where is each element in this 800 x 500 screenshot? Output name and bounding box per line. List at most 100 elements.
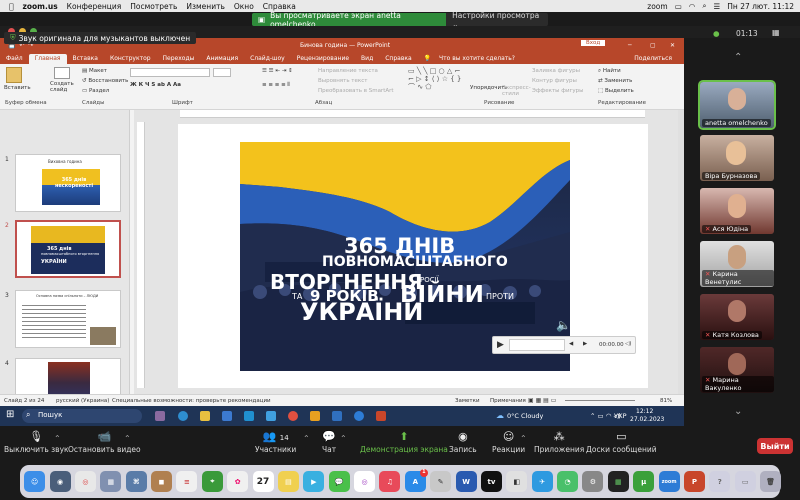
participant-tile[interactable]: ✕ Катя Козлова (700, 294, 774, 340)
zoom-icon[interactable] (354, 411, 364, 421)
menu-app-name[interactable]: zoom.us (23, 2, 58, 11)
zoom-menubar-icon[interactable]: zoom (647, 2, 667, 11)
accessibility-status[interactable]: Специальные возможности: проверьте реком… (112, 398, 271, 404)
app-icon[interactable]: ◔ (557, 471, 579, 492)
paste-icon[interactable] (6, 67, 22, 83)
align-text-button[interactable]: Выровнять текст (318, 78, 367, 84)
align-icons[interactable]: ≡ ≡ ≡ ≡ ⫴ (262, 82, 290, 89)
reminders-icon[interactable]: ≡ (176, 471, 198, 492)
paste-button[interactable]: Вставить (4, 85, 31, 91)
find-button[interactable]: ⌕ Найти (598, 68, 621, 75)
arrange-button[interactable]: Упорядочить (470, 85, 508, 91)
zoom-icon[interactable]: zoom (658, 471, 680, 492)
participant-tile[interactable]: anetta omelchenko (698, 80, 776, 130)
podcasts-icon[interactable]: ◎ (354, 471, 376, 492)
forward-icon[interactable]: ▶ (583, 341, 587, 347)
app-icon[interactable]: ◧ (506, 471, 528, 492)
tab-review[interactable]: Рецензирование (291, 54, 355, 64)
rewind-icon[interactable]: ◀ (569, 341, 573, 347)
telegram-icon[interactable]: ✈ (531, 471, 553, 492)
comments-button[interactable]: Примечания (490, 398, 526, 404)
word-icon[interactable] (332, 411, 342, 421)
messages-icon[interactable]: 💬 (328, 471, 350, 492)
calendar-icon[interactable]: 27 (252, 471, 274, 492)
app-icon[interactable]: ⌘ (125, 471, 147, 492)
powerpoint-icon[interactable]: P (683, 471, 705, 492)
app-icon[interactable] (155, 411, 165, 421)
tab-transitions[interactable]: Переходы (157, 54, 201, 64)
clock[interactable]: Пн 27 лют. 11:12 (727, 2, 794, 11)
search-icon[interactable]: ⌕ (702, 1, 706, 11)
minimize-icon[interactable]: ─ (628, 42, 632, 49)
select-button[interactable]: ⬚ Выделить (598, 88, 634, 94)
font-size-box[interactable] (213, 68, 231, 77)
weather-text[interactable]: 0°C Cloudy (507, 412, 543, 420)
notes-button[interactable]: Заметки (455, 398, 480, 404)
replace-button[interactable]: ⇄ Заменить (598, 78, 632, 84)
zoom-slider[interactable] (565, 400, 635, 401)
store-icon[interactable] (222, 411, 232, 421)
input-language[interactable]: УКР (614, 412, 627, 420)
folder-icon[interactable]: ▭ (734, 471, 756, 492)
share-screen-button[interactable]: ⬆ Демонстрация экрана (360, 430, 448, 454)
language-indicator[interactable]: русский (Украина) (56, 398, 109, 404)
slide-thumbnail-2[interactable]: 365 днів повномасштабного вторгнення УКР… (15, 220, 121, 278)
participant-tile[interactable]: ✕ Марина Вакуленко (700, 347, 774, 393)
utorrent-icon[interactable]: µ (633, 471, 655, 492)
font-style-icons[interactable]: Ж К Ч S ab A Aa (130, 82, 181, 88)
reset-button[interactable]: ↺ Восстановить (82, 78, 128, 84)
smartart-button[interactable]: Преобразовать в SmartArt (318, 88, 394, 94)
menu-conference[interactable]: Конференция (67, 2, 122, 11)
record-button[interactable]: ◉ Запись (449, 430, 477, 454)
apps-button[interactable]: ⁂ Приложения (534, 430, 584, 454)
chrome-icon[interactable] (288, 411, 298, 421)
tell-me-box[interactable]: 💡 Что вы хотите сделать? (418, 54, 527, 64)
view-buttons[interactable]: ▣ ▦ ▤ ▭ (528, 397, 556, 404)
leave-button[interactable]: Выйти (757, 438, 793, 454)
windows-start-icon[interactable]: ⊞ (6, 409, 14, 420)
word-icon[interactable]: W (455, 471, 477, 492)
text-direction-button[interactable]: Направление текста (318, 68, 378, 74)
menu-edit[interactable]: Изменить (186, 2, 224, 11)
trash-icon[interactable]: 🗑 (760, 471, 782, 492)
control-center-icon[interactable]: ☰ (714, 2, 721, 11)
help-icon[interactable]: ? (709, 471, 731, 492)
chevron-up-icon[interactable]: ⌃ (303, 434, 310, 443)
tab-insert[interactable]: Вставка (67, 54, 104, 64)
app-icon[interactable]: ▦ (607, 471, 629, 492)
siri-icon[interactable]: ◉ (49, 471, 71, 492)
facetime-icon[interactable]: ▶ (303, 471, 325, 492)
menu-help[interactable]: Справка (263, 2, 296, 11)
play-icon[interactable]: ▶ (497, 340, 504, 350)
app-icon[interactable]: ◼ (151, 471, 173, 492)
chevron-up-icon[interactable]: ⌃ (124, 434, 131, 443)
app-icon[interactable] (310, 411, 320, 421)
music-icon[interactable]: ♫ (379, 471, 401, 492)
participant-tile[interactable]: ✕ Ася Юдіна (700, 188, 774, 234)
launchpad-icon[interactable]: ▦ (100, 471, 122, 492)
slide-thumbnail-3[interactable]: Основна назва спільноти – ЛЮДИ (15, 290, 121, 348)
wifi-icon[interactable]: ◠ (689, 2, 696, 11)
sign-in-button[interactable]: Вход (581, 40, 606, 46)
maps-icon[interactable]: ⌖ (201, 471, 223, 492)
taskbar-date[interactable]: 27.02.2023 (630, 416, 664, 423)
chevron-up-icon[interactable]: ⌃ (340, 434, 347, 443)
tab-design[interactable]: Конструктор (104, 54, 157, 64)
participants-button[interactable]: 👥 14 Участники (255, 430, 296, 454)
battery-icon[interactable]: ▭ (675, 2, 682, 11)
font-name-box[interactable] (130, 68, 210, 77)
shape-outline-button[interactable]: Контур фигуры (532, 78, 577, 84)
settings-icon[interactable]: ⚙ (582, 471, 604, 492)
tab-animations[interactable]: Анимация (200, 54, 244, 64)
apple-tv-icon[interactable]: tv (480, 471, 502, 492)
chat-button[interactable]: 💬 Чат (322, 430, 336, 454)
chrome-icon[interactable]: ◎ (74, 471, 96, 492)
tab-help[interactable]: Справка (379, 54, 417, 64)
shapes-gallery[interactable]: ▭ ╲ ╲ □ ○ △ ⌐ ⌐ ▷ ↕ ⟨ ⟩ ☆ { } ⌒ ∿ ⬠ (408, 67, 466, 91)
slide-thumbnail-1[interactable]: Виховна година 365 днів нескореності (15, 154, 121, 212)
photos-icon[interactable]: ✿ (227, 471, 249, 492)
quick-styles-button[interactable]: Экспресс-стили (502, 85, 532, 97)
chevron-up-icon[interactable]: ⌃ (734, 52, 742, 63)
powerpoint-icon[interactable] (376, 411, 386, 421)
audio-progress[interactable] (509, 339, 565, 351)
